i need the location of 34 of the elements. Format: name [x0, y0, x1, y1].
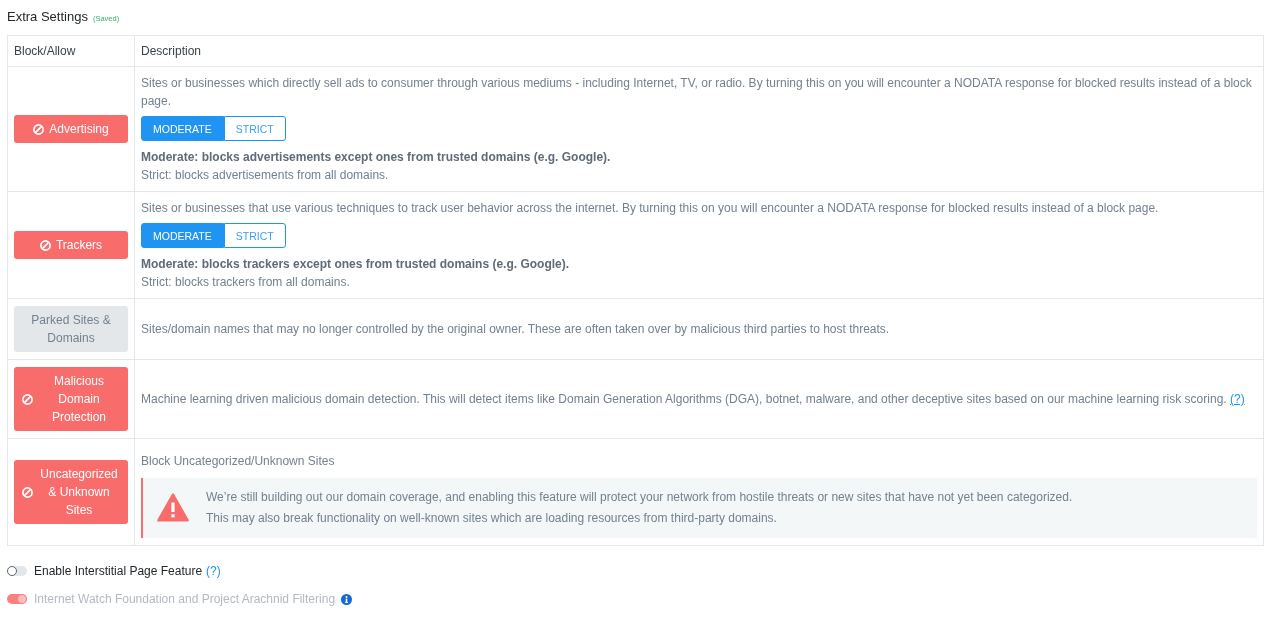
- category-toggle-button[interactable]: Advertising: [14, 115, 128, 143]
- category-toggle-button[interactable]: Uncategorized & Unknown Sites: [14, 460, 128, 524]
- mode-note: Strict: blocks trackers from all domains.: [141, 274, 351, 291]
- description-text: Sites or businesses that use various techniques to track user behavior across the internet. By turning this on you will encounter a NODATA response for blocked results instead of a block page.: [141, 200, 1160, 217]
- alert-text: This may also break functionality on well-known sites which are loading resources from third-party domains.: [206, 510, 778, 527]
- toggle-switch[interactable]: [7, 566, 27, 576]
- info-icon[interactable]: [341, 593, 353, 605]
- description-text: Block Uncategorized/Unknown Sites: [141, 453, 336, 470]
- warning-icon: [157, 493, 189, 522]
- mode-button[interactable]: STRICT: [223, 223, 286, 248]
- mode-button[interactable]: STRICT: [223, 116, 286, 141]
- column-header: Block/Allow: [7, 35, 135, 67]
- mode-note: Moderate: blocks advertisements except ones from trusted domains (e.g. Google).: [141, 149, 612, 166]
- option-label: Enable Interstitial Page Feature: [34, 563, 203, 580]
- description-text: Machine learning driven malicious domain detection. This will detect items like Domain Generation Algorithms (DGA), botnet, malware, and other deceptive sites based on our machine learning risk scoring. (?): [141, 391, 1246, 408]
- description-text: Sites or businesses which directly sell ads to consumer through various mediums - including Internet, TV, or radio. By turning this on you will encounter a NODATA response for blocked results instead of a block page.: [141, 75, 1253, 110]
- ban-icon: [22, 486, 33, 498]
- category-toggle-button[interactable]: Parked Sites & Domains: [14, 306, 128, 352]
- ban-icon: [33, 123, 45, 135]
- ban-icon: [39, 239, 51, 251]
- mode-button[interactable]: MODERATE: [141, 223, 224, 248]
- section-title: Extra Settings: [7, 8, 88, 26]
- description-text: Sites/domain names that may no longer controlled by the original owner. These are often taken over by malicious third parties to host threats.: [141, 321, 891, 338]
- option-label: Internet Watch Foundation and Project Arachnid Filtering: [34, 591, 336, 608]
- mode-note: Moderate: blocks trackers except ones from trusted domains (e.g. Google).: [141, 256, 571, 273]
- ban-icon: [22, 393, 33, 405]
- category-toggle-button[interactable]: Malicious Domain Protection: [14, 367, 128, 431]
- alert-text: We’re still building out our domain coverage, and enabling this feature will protect your network from hostile threats or new sites that have not yet been categorized.: [206, 489, 1073, 506]
- mode-button[interactable]: MODERATE: [141, 116, 224, 141]
- help-link[interactable]: (?): [206, 562, 221, 580]
- mode-note: Strict: blocks advertisements from all domains.: [141, 167, 390, 184]
- column-header: Description: [134, 35, 1264, 67]
- help-link[interactable]: (?): [1230, 392, 1245, 406]
- category-toggle-button[interactable]: Trackers: [14, 231, 128, 259]
